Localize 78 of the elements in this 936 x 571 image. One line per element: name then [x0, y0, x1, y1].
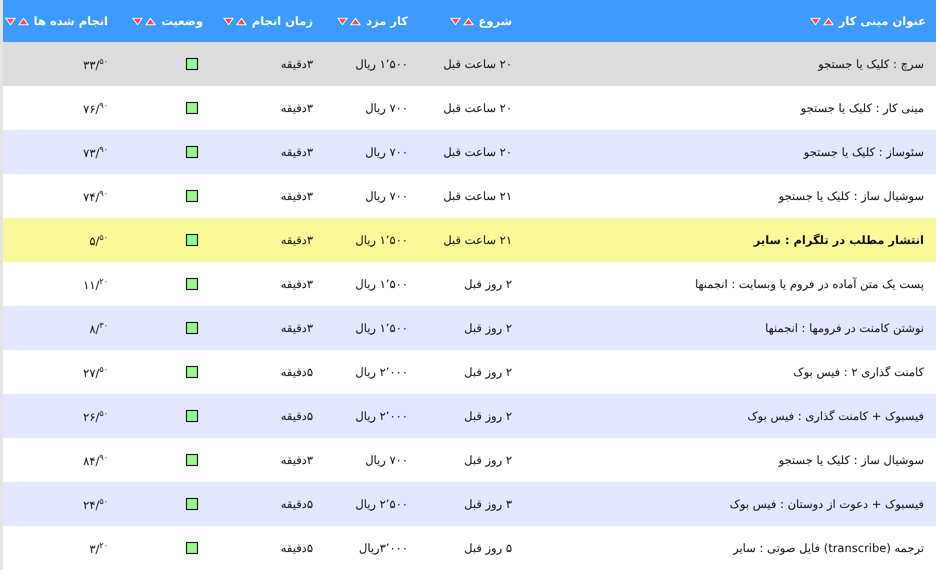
table-row[interactable]: سئوساز : کلیک یا جستجو ۲۰ ساعت قبل ۷۰۰ ریال ۳دقیقه ۷۳/$^{۹۰}$ — [3, 130, 936, 174]
completed-count: ۲۴/$^{۵۰}$ — [83, 496, 108, 512]
sort-up-icon[interactable] — [822, 16, 834, 26]
start-time: ۲ روز قبل — [464, 453, 512, 467]
duration: ۵دقیقه — [280, 365, 313, 379]
sort-up-icon[interactable] — [462, 16, 474, 26]
sort-down-icon[interactable] — [132, 16, 144, 26]
sort-down-icon[interactable] — [810, 16, 821, 26]
duration: ۵دقیقه — [280, 409, 313, 423]
duration: ۳دقیقه — [280, 321, 313, 335]
completed-count: ۷۶/$^{۹۰}$ — [83, 100, 108, 116]
task-title: پست یک متن آماده در فروم یا وبسایت : انجمنها — [694, 277, 924, 291]
completed-count: ۵/$^{۵۰}$ — [89, 232, 108, 248]
table-row[interactable]: فیسبوک + دعوت از دوستان : فیس بوک ۳ روز قبل ۲٬۵۰۰ ریال ۵دقیقه ۲۴/$^{۵۰}$ — [3, 482, 936, 526]
duration: ۳دقیقه — [280, 57, 313, 71]
wage-amount: ۲٬۰۰۰ ریال — [355, 365, 408, 379]
duration: ۳دقیقه — [280, 189, 313, 203]
wage-amount: ۱٬۵۰۰ ریال — [355, 277, 408, 291]
sort-down-icon[interactable] — [450, 16, 461, 26]
start-time: ۲ روز قبل — [464, 277, 512, 291]
wage-amount: ۱٬۵۰۰ ریال — [355, 57, 408, 71]
completed-count: ۸۴/$^{۹۰}$ — [83, 452, 108, 468]
start-time: ۲ روز قبل — [464, 409, 512, 423]
task-title: کامنت گذاری ۲ : فیس بوک — [793, 365, 924, 379]
sort-up-icon[interactable] — [350, 16, 362, 26]
wage-amount: ۷۰۰ ریال — [365, 145, 408, 159]
duration: ۳دقیقه — [280, 101, 313, 115]
completed-count: ۷۳/$^{۹۰}$ — [83, 144, 108, 160]
completed-count: ۳/$^{۲۰}$ — [89, 540, 108, 556]
sort-down-icon[interactable] — [337, 16, 348, 26]
completed-count: ۳۳/$^{۵۰}$ — [83, 56, 108, 72]
start-time: ۵ روز قبل — [464, 541, 512, 555]
wage-amount: ۳٬۰۰۰ریال — [359, 541, 408, 555]
completed-count: ۸/$^{۳۰}$ — [89, 320, 108, 336]
table-row[interactable]: سرچ : کلیک یا جستجو ۲۰ ساعت قبل ۱٬۵۰۰ ریال ۳دقیقه ۳۳/$^{۵۰}$ — [3, 42, 936, 86]
task-title: انتشار مطلب در تلگرام : سایر — [754, 233, 924, 247]
wage-amount: ۷۰۰ ریال — [365, 101, 408, 115]
task-title: فیسبوک + کامنت گذاری : فیس بوک — [747, 409, 924, 423]
task-title: نوشتن کامنت در فرومها : انجمنها — [765, 321, 924, 335]
completed-count: ۷۴/$^{۹۰}$ — [83, 188, 108, 204]
completed-count: ۲۶/$^{۵۰}$ — [83, 408, 108, 424]
wage-amount: ۱٬۵۰۰ ریال — [355, 321, 408, 335]
duration: ۳دقیقه — [280, 453, 313, 467]
sort-up-icon[interactable] — [18, 16, 29, 26]
sort-up-icon[interactable] — [236, 16, 247, 26]
duration: ۵دقیقه — [280, 541, 313, 555]
completed-count: ۱۱/$^{۲۰}$ — [83, 276, 108, 292]
duration: ۳دقیقه — [280, 233, 313, 247]
start-time: ۲ روز قبل — [464, 365, 512, 379]
start-time: ۲ روز قبل — [464, 321, 512, 335]
completed-count: ۲۷/$^{۵۰}$ — [83, 364, 108, 380]
start-time: ۲۰ ساعت قبل — [443, 101, 512, 115]
table-row[interactable]: انتشار مطلب در تلگرام : سایر ۲۱ ساعت قبل ۱٬۵۰۰ ریال ۳دقیقه ۵/$^{۵۰}$ — [3, 218, 936, 262]
wage-amount: ۷۰۰ ریال — [365, 189, 408, 203]
sort-up-icon[interactable] — [145, 16, 156, 26]
task-title: سوشیال ساز : کلیک یا جستجو — [778, 453, 924, 467]
sort-down-icon[interactable] — [4, 16, 16, 26]
wage-amount: ۱٬۵۰۰ ریال — [355, 233, 408, 247]
duration: ۵دقیقه — [280, 497, 313, 511]
table-row[interactable]: نوشتن کامنت در فرومها : انجمنها ۲ روز قبل ۱٬۵۰۰ ریال ۳دقیقه ۸/$^{۳۰}$ — [3, 306, 936, 350]
duration: ۳دقیقه — [280, 145, 313, 159]
task-title: سوشیال ساز : کلیک یا جستجو — [778, 189, 924, 203]
task-title: ترجمه (transcribe) فایل صوتی : سایر — [733, 541, 924, 555]
start-time: ۲۰ ساعت قبل — [443, 57, 512, 71]
start-time: ۳ روز قبل — [464, 497, 512, 511]
table-row[interactable]: فیسبوک + کامنت گذاری : فیس بوک ۲ روز قبل ۲٬۰۰۰ ریال ۵دقیقه ۲۶/$^{۵۰}$ — [3, 394, 936, 438]
task-title: سرچ : کلیک یا جستجو — [818, 57, 924, 71]
wage-amount: ۷۰۰ ریال — [365, 453, 408, 467]
sort-down-icon[interactable] — [222, 16, 234, 26]
start-time: ۲۱ ساعت قبل — [443, 189, 512, 203]
task-title: سئوساز : کلیک یا جستجو — [804, 145, 924, 159]
task-title: مینی کار : کلیک یا جستجو — [800, 101, 924, 115]
duration: ۳دقیقه — [280, 277, 313, 291]
wage-amount: ۲٬۰۰۰ ریال — [355, 409, 408, 423]
start-time: ۲۰ ساعت قبل — [443, 145, 512, 159]
start-time: ۲۱ ساعت قبل — [443, 233, 512, 247]
wage-amount: ۲٬۵۰۰ ریال — [355, 497, 408, 511]
task-title: فیسبوک + دعوت از دوستان : فیس بوک — [730, 497, 924, 511]
